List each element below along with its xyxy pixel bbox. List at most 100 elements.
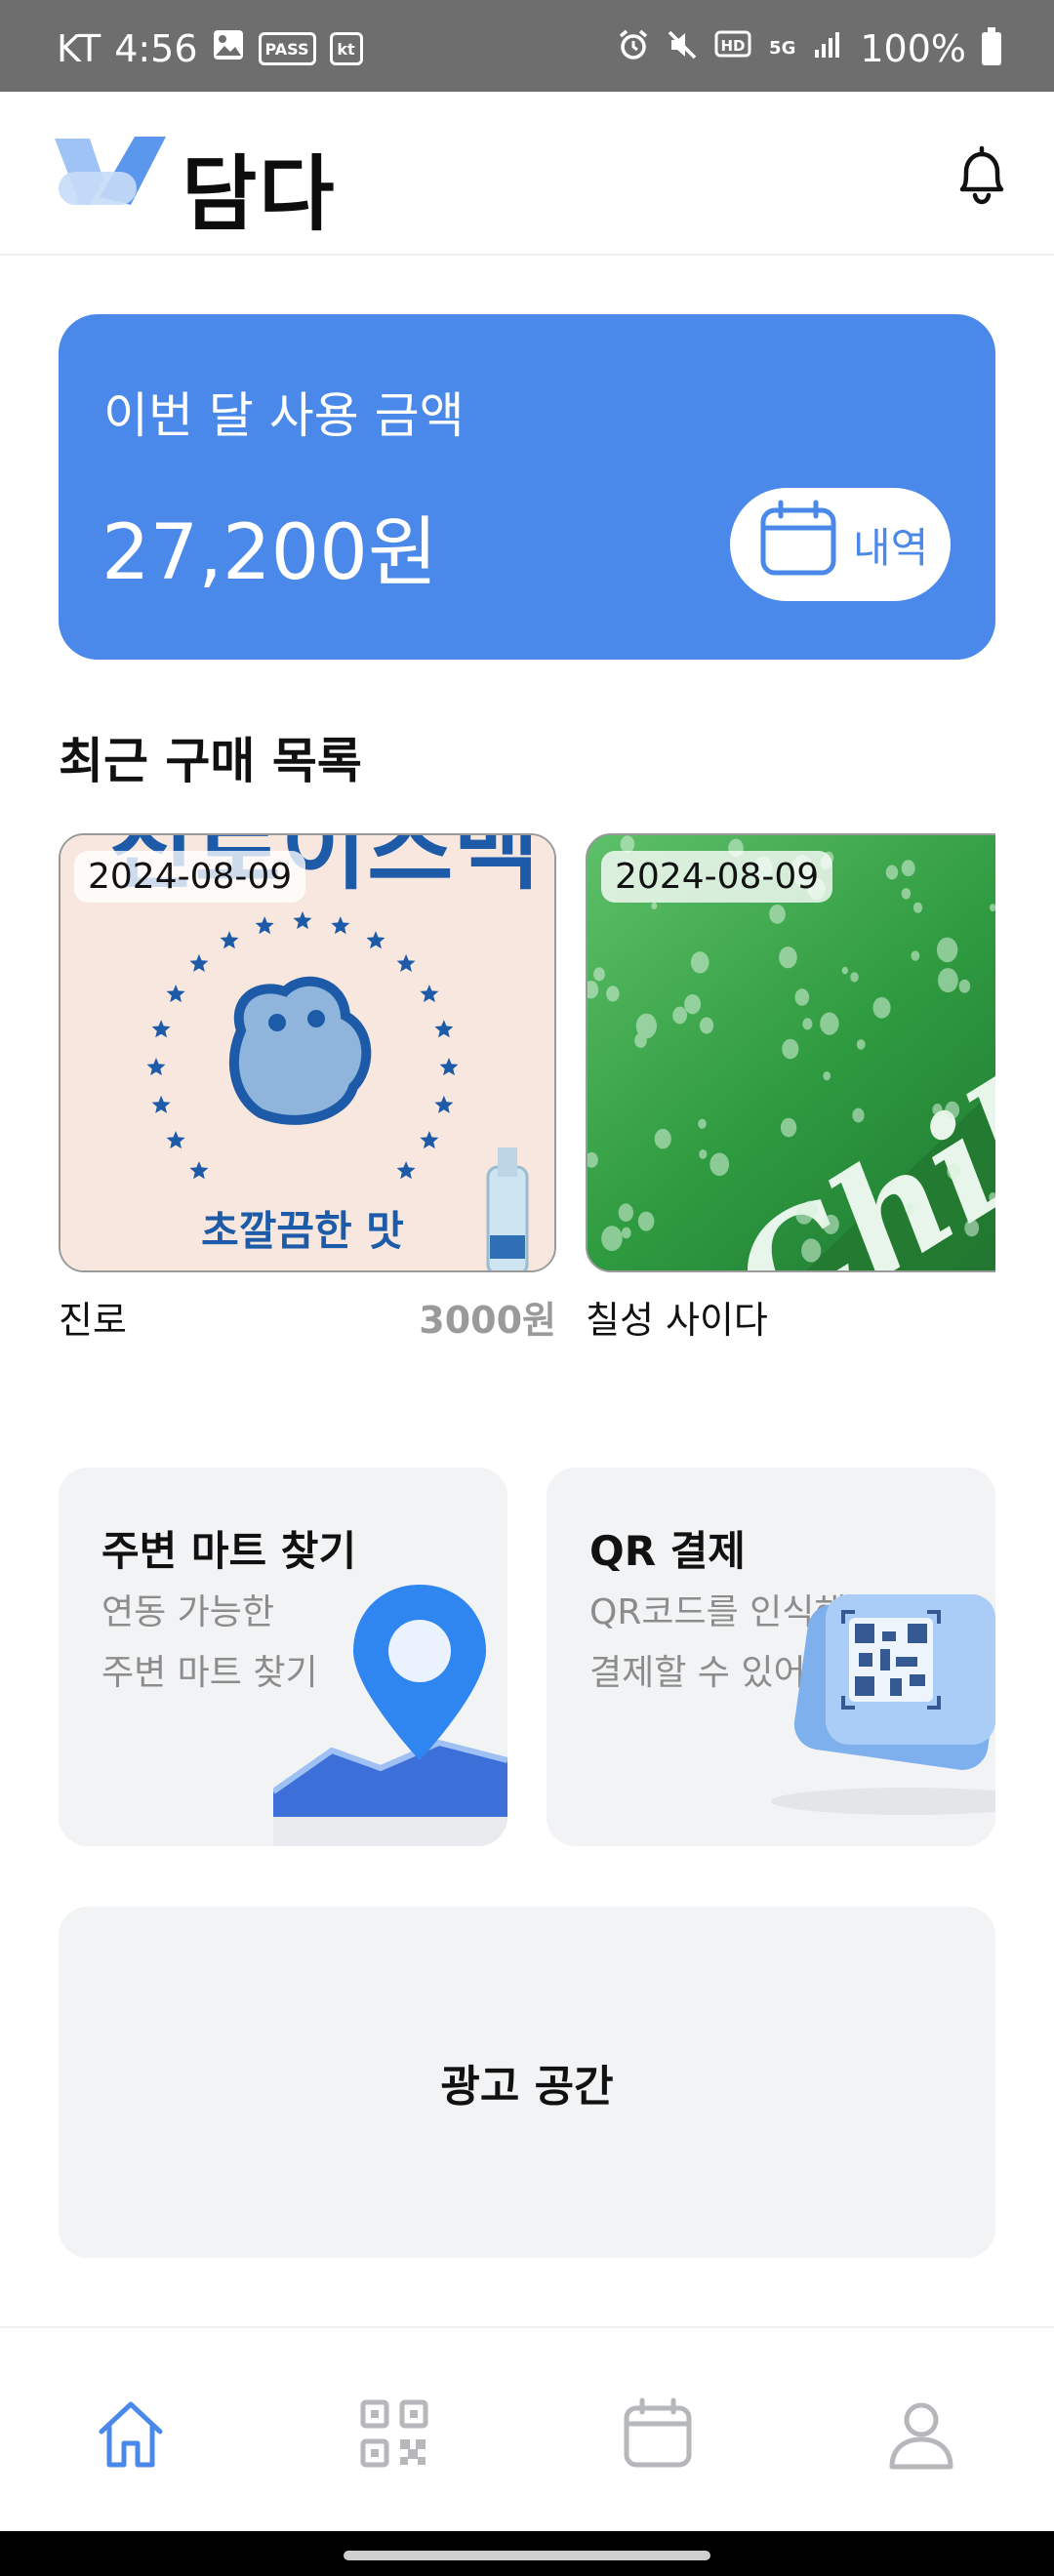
qr-icon xyxy=(357,2399,431,2475)
water-droplet xyxy=(872,996,891,1019)
nav-calendar[interactable] xyxy=(621,2396,695,2471)
water-droplet xyxy=(958,979,971,993)
home-icon xyxy=(94,2401,168,2475)
water-droplet xyxy=(947,1162,961,1180)
svg-text:HD: HD xyxy=(721,37,746,55)
product-image: 진로이즈백 초깔끔한 맛 2024-08-09 xyxy=(59,833,556,1272)
water-droplet xyxy=(654,1128,671,1149)
monthly-spending-amount: 27,200원 xyxy=(101,509,438,597)
product-name: 칠성 사이다 xyxy=(586,1299,768,1341)
water-droplet xyxy=(932,1104,943,1116)
water-droplet xyxy=(690,951,709,974)
qr-payment-tile[interactable]: QR 결제 QR코드를 인식해 결제할 수 있어요! xyxy=(547,1468,995,1846)
water-droplet xyxy=(782,1038,799,1060)
water-droplet xyxy=(699,1017,714,1034)
ad-banner-label: 광고 공간 xyxy=(440,2062,614,2112)
carrier-label: KT xyxy=(57,27,101,70)
water-droplet xyxy=(856,1039,866,1050)
water-droplet xyxy=(905,1202,914,1215)
nav-qr[interactable] xyxy=(357,2396,431,2471)
water-droplet xyxy=(618,1203,633,1222)
calendar-icon xyxy=(621,2397,695,2475)
bottom-navigation xyxy=(0,2326,1054,2531)
water-droplet xyxy=(780,1117,797,1138)
mute-icon xyxy=(666,27,699,70)
ad-banner[interactable]: 광고 공간 xyxy=(59,1907,995,2258)
clock: 4:56 xyxy=(114,27,198,70)
water-droplet xyxy=(885,865,899,880)
nav-profile[interactable] xyxy=(884,2396,958,2471)
water-droplet xyxy=(698,1118,707,1129)
water-droplet xyxy=(911,950,920,961)
water-droplet xyxy=(823,1214,839,1234)
water-droplet xyxy=(794,988,810,1006)
water-droplet xyxy=(823,1071,831,1081)
profile-icon xyxy=(884,2402,958,2475)
product-price: 3000원 xyxy=(419,1299,556,1341)
water-droplet xyxy=(852,1107,865,1123)
bell-icon[interactable] xyxy=(947,141,1017,211)
signal-icon xyxy=(811,27,844,70)
water-droplet xyxy=(912,902,923,913)
recent-purchases-list[interactable]: 진로이즈백 초깔끔한 맛 2024-08-09 진로 3000원 2024-08… xyxy=(59,833,995,1341)
gallery-icon xyxy=(212,27,245,70)
water-droplet xyxy=(634,1032,647,1048)
alarm-icon xyxy=(617,27,650,70)
water-droplet xyxy=(593,967,605,982)
water-droplet xyxy=(936,937,958,963)
water-droplet xyxy=(820,1012,839,1035)
purchase-card[interactable]: Chilsu 2024-08-09 칠성 사이다 7 xyxy=(586,833,995,1341)
battery-percent: 100% xyxy=(860,27,966,70)
water-droplet xyxy=(901,888,912,900)
monthly-spending-label: 이번 달 사용 금액 xyxy=(103,387,465,444)
water-droplet xyxy=(637,1211,655,1231)
purchase-card[interactable]: 진로이즈백 초깔끔한 맛 2024-08-09 진로 3000원 xyxy=(59,833,556,1341)
water-droplet xyxy=(769,905,786,924)
qr-code-icon xyxy=(742,1585,995,1846)
water-droplet xyxy=(672,1006,687,1025)
purchase-date: 2024-08-09 xyxy=(74,851,306,903)
purchase-date: 2024-08-09 xyxy=(601,851,833,903)
app-logo xyxy=(51,129,170,219)
status-bar: KT 4:56 PASS kt HD 5G 100% xyxy=(0,0,1054,92)
water-droplet xyxy=(699,1149,708,1159)
water-droplet xyxy=(601,1226,623,1252)
history-button-label: 내역 xyxy=(853,523,929,572)
water-droplet xyxy=(651,902,658,909)
history-button[interactable]: 내역 xyxy=(730,488,951,601)
water-droplet xyxy=(779,946,797,969)
status-right: HD 5G 100% xyxy=(617,27,1001,70)
nearby-mart-tile[interactable]: 주변 마트 찾기 연동 가능한 주변 마트 찾기 xyxy=(59,1468,507,1846)
network-icon: 5G xyxy=(769,38,796,59)
qr-payment-title: QR 결제 xyxy=(589,1527,746,1575)
status-left: KT 4:56 PASS kt xyxy=(57,27,363,70)
water-droplet xyxy=(795,1203,813,1225)
hd-icon: HD xyxy=(714,27,753,70)
water-droplet xyxy=(850,972,859,983)
water-droplet xyxy=(621,1227,631,1239)
product-image-caption: 초깔끔한 맛 xyxy=(201,1207,404,1255)
pass-icon: PASS xyxy=(258,32,316,65)
battery-icon xyxy=(982,27,1001,65)
app-header: 담다 xyxy=(0,92,1054,256)
water-droplet xyxy=(901,860,915,877)
nearby-mart-title: 주변 마트 찾기 xyxy=(101,1527,357,1575)
calendar-icon xyxy=(757,499,839,590)
map-pin-icon xyxy=(271,1575,507,1846)
water-droplet xyxy=(684,994,702,1015)
nav-home[interactable] xyxy=(94,2396,168,2471)
water-droplet xyxy=(801,1238,822,1263)
product-name: 진로 xyxy=(59,1299,127,1341)
water-droplet xyxy=(802,1018,813,1030)
recent-purchases-title: 최근 구매 목록 xyxy=(59,733,362,789)
app-title: 담다 xyxy=(182,146,337,242)
water-droplet xyxy=(709,1152,730,1177)
water-droplet xyxy=(945,1101,960,1119)
monthly-spending-card: 이번 달 사용 금액 27,200원 내역 xyxy=(59,314,995,660)
water-droplet xyxy=(841,966,848,975)
home-gesture-handle[interactable] xyxy=(344,2551,710,2560)
water-droplet xyxy=(964,1219,980,1237)
water-droplet xyxy=(938,968,958,993)
kt-icon: kt xyxy=(329,32,363,65)
water-droplet xyxy=(606,986,620,1002)
